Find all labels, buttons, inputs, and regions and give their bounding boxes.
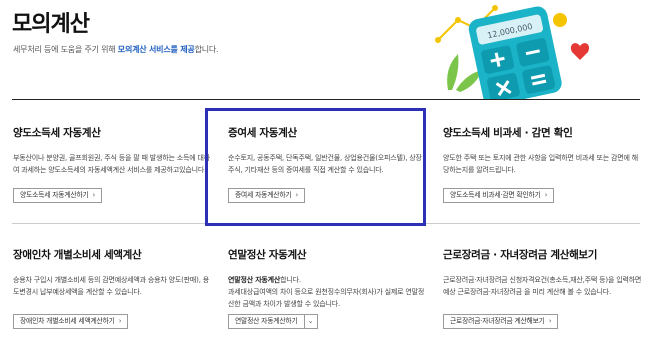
chevron-right-icon: › [548, 317, 552, 325]
desc-rest: 합니다. [280, 276, 301, 284]
card-description: 부동산이나 분양권, 골프회원권, 주식 등을 팔 때 발생하는 소득에 대하여… [13, 154, 210, 174]
subtitle-highlight: 모의계산 서비스를 제공 [117, 45, 195, 54]
card-title: 근로장려금 · 자녀장려금 계산해보기 [443, 249, 598, 261]
chevron-right-icon: › [544, 191, 548, 199]
card-description: 연말정산 자동계산합니다. 과세대상급여액의 차이 등으로 원천징수의무자(회사)… [228, 274, 428, 310]
coin-icon [553, 13, 567, 27]
earned-income-credit-calc-button[interactable]: 근로장려금·자녀장려금 계산해보기 › [443, 314, 559, 329]
highlight-box [205, 108, 426, 226]
desc-emphasis: 연말정산 자동계산 [228, 276, 281, 284]
subtitle-prefix: 세무처리 등에 도움을 주기 위해 [13, 45, 118, 54]
calculator-icon: 12,000,000 [468, 6, 562, 100]
chevron-down-icon[interactable]: ⌄ [303, 315, 317, 328]
page-subtitle: 세무처리 등에 도움을 주기 위해 모의계산 서비스를 제공합니다. [13, 44, 219, 55]
desc-detail: 과세대상급여액의 차이 등으로 원천징수의무자(회사)가 실제로 연말정산한 금… [228, 288, 425, 308]
chevron-right-icon: › [118, 317, 122, 325]
card-description: 근로장려금·자녀장려금 신청자격요건(총소득,재산,주택 등)을 입력하면 예상… [443, 276, 642, 296]
button-label: 장애인차 개별소비세 세액계산하기 [20, 317, 115, 325]
heart-icon [570, 43, 590, 60]
button-label: 양도소득세 자동계산하기 [20, 191, 89, 199]
card-capital-gains-tax: 양도소득세 자동계산 부동산이나 분양권, 골프회원권, 주식 등을 팔 때 발… [13, 125, 213, 215]
select-value: 연말정산 자동계산하기 [235, 317, 298, 325]
year-end-settlement-select[interactable]: 연말정산 자동계산하기 ⌄ [228, 314, 318, 329]
card-disabled-vehicle-tax: 장애인차 개별소비세 세액계산 승용차 구입시 개별소비세 등의 감면예상세액과… [13, 247, 213, 337]
tax-exemption-check-button[interactable]: 양도소득세 비과세·감면 확인하기 › [443, 188, 555, 203]
card-year-end-settlement: 연말정산 자동계산 연말정산 자동계산합니다. 과세대상급여액의 차이 등으로 원… [228, 247, 428, 337]
header-divider [12, 99, 640, 100]
card-earned-income-credit: 근로장려금 · 자녀장려금 계산해보기 근로장려금·자녀장려금 신청자격요건(총… [443, 247, 643, 337]
button-label: 양도소득세 비과세·감면 확인하기 [450, 191, 541, 199]
card-title: 양도소득세 자동계산 [13, 127, 101, 139]
card-tax-exemption-check: 양도소득세 비과세 · 감면 확인 양도한 주택 또는 토지에 관한 사항을 입… [443, 125, 643, 215]
card-description: 승용차 구입시 개별소비세 등의 감면예상세액과 승용차 양도(판매), 용도변… [13, 276, 209, 296]
card-description: 양도한 주택 또는 토지에 관한 사항을 입력하면 비과세 또는 감면에 해당하… [443, 154, 638, 174]
subtitle-suffix: 합니다. [194, 45, 219, 54]
card-title: 양도소득세 비과세 · 감면 확인 [443, 127, 573, 139]
button-label: 근로장려금·자녀장려금 계산해보기 [450, 317, 545, 325]
page-title: 모의계산 [12, 12, 90, 37]
disabled-vehicle-calc-button[interactable]: 장애인차 개별소비세 세액계산하기 › [13, 314, 129, 329]
capital-gains-calc-button[interactable]: 양도소득세 자동계산하기 › [13, 188, 103, 203]
chevron-right-icon: › [92, 191, 96, 199]
calculator-illustration: 12,000,000 [435, 5, 590, 100]
card-title: 장애인차 개별소비세 세액계산 [13, 249, 142, 261]
card-title: 연말정산 자동계산 [228, 249, 307, 261]
